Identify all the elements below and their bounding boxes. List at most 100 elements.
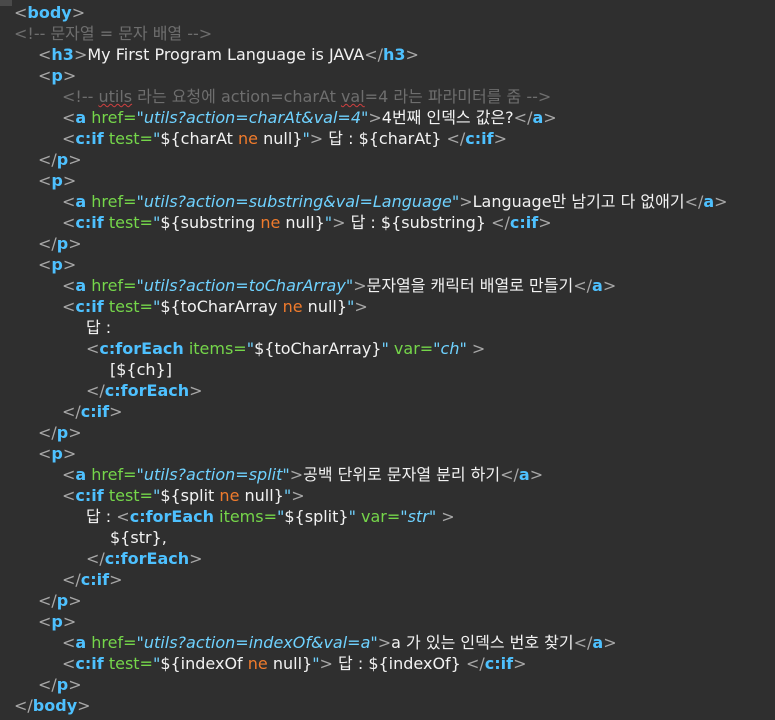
code-token: "ch" — [433, 339, 467, 358]
code-token: > — [109, 570, 123, 589]
code-line[interactable]: <a href="utils?action=substring&val=Lang… — [14, 191, 728, 212]
code-token: > — [603, 633, 617, 652]
code-token: null} — [267, 654, 313, 673]
code-line[interactable]: </p> — [14, 149, 728, 170]
code-token: > — [289, 465, 304, 484]
code-token: > — [319, 654, 333, 673]
code-line[interactable]: <a href="utils?action=split">공백 단위로 문자열 … — [14, 464, 728, 485]
code-token: c:forEach — [104, 381, 190, 400]
code-line[interactable]: </p> — [14, 590, 728, 611]
code-token: href= — [86, 633, 137, 652]
code-token: " — [302, 129, 310, 148]
code-token: < — [14, 3, 28, 22]
code-token: null} — [258, 129, 303, 148]
code-token: p — [51, 171, 63, 190]
code-token: ${charAt — [160, 129, 239, 148]
code-line[interactable]: <!-- 문자열 = 문자 배열 --> — [14, 23, 728, 44]
code-token: null} — [239, 486, 284, 505]
code-token: href= — [86, 276, 137, 295]
code-line[interactable]: </c:forEach> — [14, 548, 728, 569]
code-token: a — [592, 633, 604, 652]
code-token: > — [62, 171, 77, 190]
code-line[interactable]: </c:forEach> — [14, 380, 728, 401]
code-token: val — [340, 87, 365, 106]
code-token: test= — [103, 129, 153, 148]
code-token: ne — [260, 213, 281, 232]
code-token: c:if — [80, 402, 110, 421]
code-line[interactable]: <p> — [14, 65, 728, 86]
code-token: c:forEach — [104, 549, 190, 568]
code-line[interactable]: [${ch}] — [14, 359, 728, 380]
code-token: 답 : ${substring} — [345, 213, 492, 232]
code-token: c:if — [484, 654, 514, 673]
code-line[interactable]: </c:if> — [14, 569, 728, 590]
code-line[interactable]: <!-- utils 라는 요청에 action=charAt val=4 라는… — [14, 86, 728, 107]
code-token: > — [353, 276, 367, 295]
code-line[interactable]: <a href="utils?action=toCharArray">문자열을 … — [14, 275, 728, 296]
code-token: " — [381, 339, 389, 358]
code-line[interactable]: ${str}, — [14, 527, 728, 548]
code-token: ${split — [160, 486, 220, 505]
code-line[interactable]: <c:if test="${indexOf ne null}"> 답 : ${i… — [14, 653, 728, 674]
code-line[interactable]: <p> — [14, 170, 728, 191]
code-token: p — [56, 234, 69, 253]
code-line[interactable]: <c:forEach items="${toCharArray}" var="c… — [14, 338, 728, 359]
code-token: null} — [280, 213, 325, 232]
code-token: </ — [62, 402, 81, 421]
code-line[interactable]: <h3>My First Program Language is JAVA</h… — [14, 44, 728, 65]
code-line[interactable]: <c:if test="${charAt ne null}"> 답 : ${ch… — [14, 128, 728, 149]
code-token: </ — [491, 213, 510, 232]
code-line[interactable]: </p> — [14, 674, 728, 695]
code-token: < — [38, 45, 52, 64]
code-token: </ — [86, 549, 105, 568]
code-line[interactable]: </c:if> — [14, 401, 728, 422]
code-token: < — [62, 213, 76, 232]
code-token: < — [62, 465, 76, 484]
code-line[interactable]: <c:if test="${split ne null}"> — [14, 485, 728, 506]
code-token: > — [189, 549, 203, 568]
code-token: > — [68, 675, 82, 694]
code-line[interactable]: <p> — [14, 443, 728, 464]
code-token: < — [62, 129, 76, 148]
code-line[interactable]: <p> — [14, 254, 728, 275]
code-line[interactable]: 답 : — [14, 317, 728, 338]
code-line[interactable]: </p> — [14, 422, 728, 443]
code-token: < — [38, 171, 52, 190]
code-token: < — [38, 66, 52, 85]
code-line[interactable]: 답 : <c:forEach items="${split}" var="str… — [14, 506, 728, 527]
code-line[interactable]: </p> — [14, 233, 728, 254]
code-token: > — [466, 339, 486, 358]
code-token: > — [189, 381, 203, 400]
code-token: < — [116, 507, 130, 526]
code-token: 답 : — [86, 507, 117, 526]
code-token: < — [62, 486, 76, 505]
code-line[interactable]: <p> — [14, 611, 728, 632]
code-token: > — [291, 486, 305, 505]
code-token: p — [51, 255, 63, 274]
code-token: test= — [103, 213, 153, 232]
code-line[interactable]: <c:if test="${substring ne null}"> 답 : $… — [14, 212, 728, 233]
code-token: > — [68, 423, 82, 442]
code-token: c:if — [75, 486, 104, 505]
code-token: </ — [38, 234, 57, 253]
code-token: > — [68, 591, 82, 610]
code-editor[interactable]: <body> <!-- 문자열 = 문자 배열 --> <h3>My First P… — [0, 0, 775, 720]
code-token: > — [68, 234, 82, 253]
code-line[interactable]: <a href="utils?action=charAt&val=4">4번째 … — [14, 107, 728, 128]
code-token: a — [532, 108, 544, 127]
code-token: ${toCharArray} — [254, 339, 382, 358]
code-token: ${split} — [284, 507, 349, 526]
code-line[interactable]: <body> — [14, 2, 728, 23]
code-token: > — [602, 276, 617, 295]
code-area[interactable]: <body> <!-- 문자열 = 문자 배열 --> <h3>My First P… — [14, 2, 728, 716]
code-token: < — [62, 276, 76, 295]
code-line[interactable]: </body> — [14, 695, 728, 716]
code-token: "utils?action=substring&val=Language" — [136, 192, 460, 211]
code-line[interactable]: <c:if test="${toCharArray ne null}"> — [14, 296, 728, 317]
code-token: h3 — [51, 45, 74, 64]
code-token: c:if — [75, 213, 104, 232]
code-token: p — [51, 444, 63, 463]
code-line[interactable]: <a href="utils?action=indexOf&val=a">a 가… — [14, 632, 728, 653]
code-token: p — [56, 423, 69, 442]
code-token: p — [51, 66, 63, 85]
